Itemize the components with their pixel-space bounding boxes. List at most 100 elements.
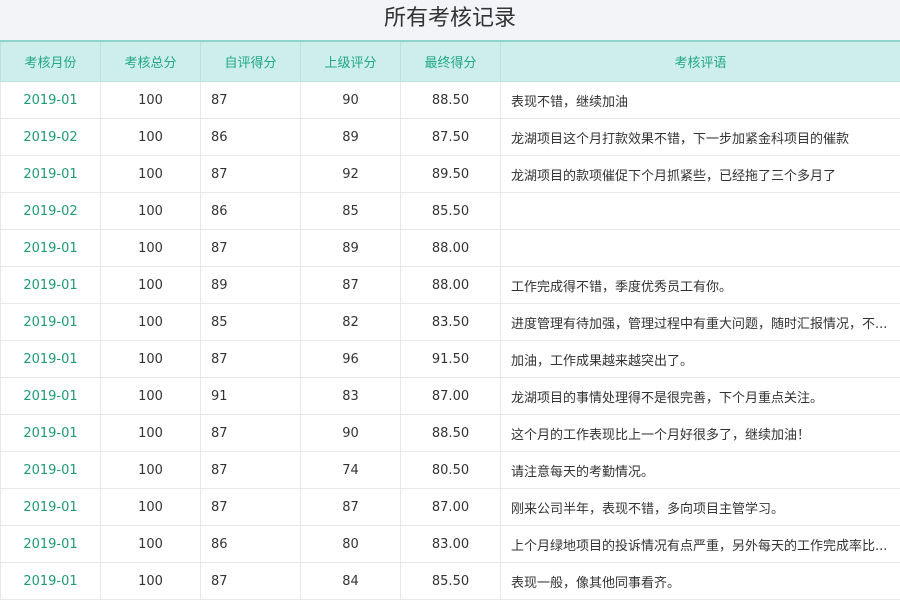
cell-comment: 进度管理有待加强，管理过程中有重大问题，随时汇报情况，不... [500,303,900,341]
col-header-total-score[interactable]: 考核总分 [100,40,201,82]
cell-month: 2019-02 [0,192,101,230]
cell-comment: 刚来公司半年，表现不错，多向项目主管学习。 [500,488,900,526]
cell-self-score: 86 [200,192,301,230]
cell-final-score: 80.50 [400,451,501,489]
cell-total-score: 100 [100,192,201,230]
cell-month: 2019-01 [0,303,101,341]
cell-month: 2019-01 [0,377,101,415]
cell-final-score: 83.50 [400,303,501,341]
cell-month: 2019-01 [0,266,101,304]
cell-month: 2019-01 [0,414,101,452]
cell-total-score: 100 [100,414,201,452]
cell-superior-score: 74 [300,451,401,489]
cell-comment: 表现不错，继续加油 [500,81,900,119]
cell-total-score: 100 [100,155,201,193]
cell-final-score: 88.00 [400,266,501,304]
cell-comment: 龙湖项目这个月打款效果不错，下一步加紧金科项目的催款 [500,118,900,156]
cell-month: 2019-02 [0,118,101,156]
table-row[interactable]: 2019-01 100 89 87 88.00 工作完成得不错，季度优秀员工有你。 [0,266,900,304]
table-row[interactable]: 2019-01 100 87 90 88.50 表现不错，继续加油 [0,81,900,119]
cell-superior-score: 90 [300,81,401,119]
cell-final-score: 87.00 [400,377,501,415]
cell-total-score: 100 [100,266,201,304]
cell-superior-score: 90 [300,414,401,452]
cell-month: 2019-01 [0,525,101,563]
cell-superior-score: 84 [300,562,401,600]
col-header-month[interactable]: 考核月份 [0,40,101,82]
table-row[interactable]: 2019-01 100 87 74 80.50 请注意每天的考勤情况。 [0,451,900,489]
cell-self-score: 87 [200,451,301,489]
table-row[interactable]: 2019-01 100 87 89 88.00 [0,229,900,267]
table-row[interactable]: 2019-01 100 87 92 89.50 龙湖项目的款项催促下个月抓紧些，已经拖了三… [0,155,900,193]
cell-superior-score: 87 [300,488,401,526]
cell-superior-score: 87 [300,266,401,304]
header-row: 考核月份 考核总分 自评得分 上级评分 最终得分 考核评语 [0,40,900,82]
cell-superior-score: 82 [300,303,401,341]
table-row[interactable]: 2019-01 100 87 96 91.50 加油，工作成果越来越突出了。 [0,340,900,378]
cell-month: 2019-01 [0,340,101,378]
assessment-records-table: 考核月份 考核总分 自评得分 上级评分 最终得分 考核评语 2019-01 100… [0,40,900,600]
cell-superior-score: 83 [300,377,401,415]
cell-comment: 加油，工作成果越来越突出了。 [500,340,900,378]
col-header-final-score[interactable]: 最终得分 [400,40,501,82]
cell-total-score: 100 [100,562,201,600]
cell-total-score: 100 [100,340,201,378]
table-row[interactable]: 2019-02 100 86 85 85.50 [0,192,900,230]
cell-comment: 请注意每天的考勤情况。 [500,451,900,489]
cell-superior-score: 89 [300,118,401,156]
cell-final-score: 88.50 [400,81,501,119]
cell-final-score: 85.50 [400,192,501,230]
cell-total-score: 100 [100,118,201,156]
cell-self-score: 87 [200,340,301,378]
cell-self-score: 87 [200,488,301,526]
cell-final-score: 83.00 [400,525,501,563]
page-title: 所有考核记录 [383,6,516,31]
cell-final-score: 87.50 [400,118,501,156]
cell-month: 2019-01 [0,451,101,489]
cell-self-score: 87 [200,229,301,267]
cell-final-score: 88.50 [400,414,501,452]
table-row[interactable]: 2019-01 100 86 80 83.00 上个月绿地项目的投诉情况有点严重，另外每天… [0,525,900,563]
cell-self-score: 87 [200,414,301,452]
cell-comment [500,229,900,267]
cell-total-score: 100 [100,488,201,526]
cell-superior-score: 85 [300,192,401,230]
cell-total-score: 100 [100,303,201,341]
col-header-superior-score[interactable]: 上级评分 [300,40,401,82]
cell-self-score: 86 [200,118,301,156]
table-row[interactable]: 2019-01 100 91 83 87.00 龙湖项目的事情处理得不是很完善，下个月重点… [0,377,900,415]
col-header-self-score[interactable]: 自评得分 [200,40,301,82]
cell-final-score: 85.50 [400,562,501,600]
cell-superior-score: 96 [300,340,401,378]
cell-self-score: 91 [200,377,301,415]
table-row[interactable]: 2019-01 100 87 84 85.50 表现一般，像其他同事看齐。 [0,562,900,600]
table-row[interactable]: 2019-02 100 86 89 87.50 龙湖项目这个月打款效果不错，下一步加紧金科… [0,118,900,156]
cell-total-score: 100 [100,525,201,563]
cell-self-score: 85 [200,303,301,341]
cell-self-score: 86 [200,525,301,563]
col-header-comment[interactable]: 考核评语 [500,40,900,82]
cell-final-score: 91.50 [400,340,501,378]
cell-comment: 这个月的工作表现比上一个月好很多了，继续加油！ [500,414,900,452]
cell-comment [500,192,900,230]
cell-self-score: 87 [200,155,301,193]
cell-total-score: 100 [100,81,201,119]
cell-comment: 上个月绿地项目的投诉情况有点严重，另外每天的工作完成率比... [500,525,900,563]
table-row[interactable]: 2019-01 100 87 87 87.00 刚来公司半年，表现不错，多向项目主管学习。 [0,488,900,526]
cell-superior-score: 92 [300,155,401,193]
cell-total-score: 100 [100,451,201,489]
cell-self-score: 87 [200,81,301,119]
cell-total-score: 100 [100,377,201,415]
cell-final-score: 89.50 [400,155,501,193]
cell-comment: 龙湖项目的款项催促下个月抓紧些，已经拖了三个多月了 [500,155,900,193]
cell-superior-score: 80 [300,525,401,563]
cell-superior-score: 89 [300,229,401,267]
table-header: 考核月份 考核总分 自评得分 上级评分 最终得分 考核评语 [0,40,900,82]
table-row[interactable]: 2019-01 100 87 90 88.50 这个月的工作表现比上一个月好很多了，继续加… [0,414,900,452]
cell-month: 2019-01 [0,562,101,600]
cell-total-score: 100 [100,229,201,267]
cell-comment: 工作完成得不错，季度优秀员工有你。 [500,266,900,304]
cell-month: 2019-01 [0,229,101,267]
table-row[interactable]: 2019-01 100 85 82 83.50 进度管理有待加强，管理过程中有重大问题，随… [0,303,900,341]
cell-comment: 龙湖项目的事情处理得不是很完善，下个月重点关注。 [500,377,900,415]
